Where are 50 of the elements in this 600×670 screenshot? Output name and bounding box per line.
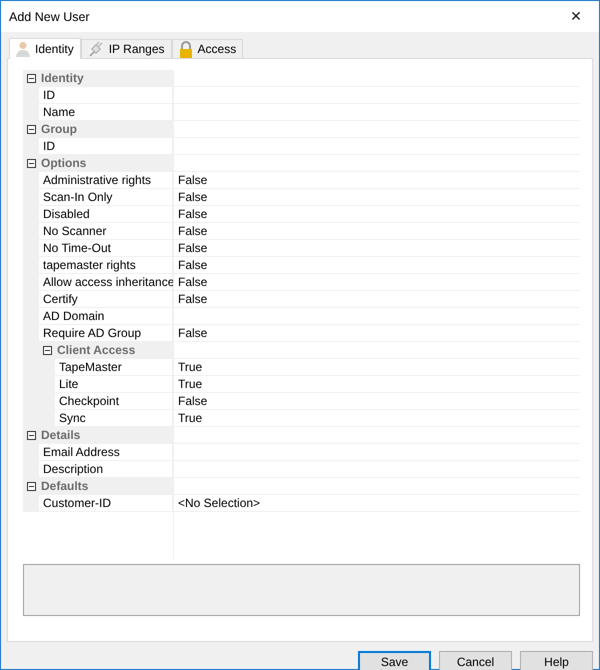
property-label[interactable]: TapeMaster bbox=[23, 359, 173, 375]
property-label[interactable]: Customer-ID bbox=[23, 495, 173, 511]
collapse-toggle-icon[interactable] bbox=[27, 158, 36, 168]
property-value[interactable]: False bbox=[178, 190, 208, 204]
property-label[interactable]: Scan-In Only bbox=[23, 189, 173, 205]
property-label[interactable]: tapemaster rights bbox=[23, 257, 173, 273]
property-value[interactable]: False bbox=[178, 173, 208, 187]
collapse-toggle-icon[interactable] bbox=[43, 346, 52, 354]
collapse-toggle-icon[interactable] bbox=[27, 430, 36, 440]
category-label[interactable]: Options bbox=[41, 155, 86, 171]
property-value[interactable]: False bbox=[178, 394, 208, 408]
close-button[interactable]: ✕ bbox=[553, 1, 599, 32]
tab[interactable]: Identity bbox=[9, 38, 81, 59]
property-value[interactable]: False bbox=[178, 326, 208, 340]
property-value[interactable]: True bbox=[178, 360, 202, 374]
tab[interactable]: IP Ranges bbox=[80, 39, 172, 58]
category-label[interactable]: Details bbox=[41, 427, 80, 443]
property-label[interactable]: Email Address bbox=[23, 444, 173, 460]
property-value[interactable]: True bbox=[178, 377, 202, 391]
property-value[interactable]: False bbox=[178, 275, 208, 289]
property-value[interactable]: False bbox=[178, 258, 208, 272]
property-value[interactable]: False bbox=[178, 224, 208, 238]
property-value[interactable]: <No Selection> bbox=[178, 496, 260, 510]
collapse-toggle-icon[interactable] bbox=[27, 74, 36, 82]
property-label[interactable]: AD Domain bbox=[23, 308, 173, 324]
dialog-button[interactable]: Cancel bbox=[439, 651, 512, 670]
padlock-icon bbox=[178, 40, 193, 58]
property-label[interactable]: No Time-Out bbox=[23, 240, 173, 256]
category-label[interactable]: Client Access bbox=[57, 342, 136, 358]
property-label[interactable]: Allow access inheritance bbox=[23, 274, 173, 290]
category-label[interactable]: Identity bbox=[41, 70, 84, 86]
property-label[interactable]: No Scanner bbox=[23, 223, 173, 239]
property-value[interactable]: True bbox=[178, 411, 202, 425]
dialog-button[interactable]: Help bbox=[520, 651, 593, 670]
property-label[interactable]: Lite bbox=[23, 376, 173, 392]
property-label[interactable]: Disabled bbox=[23, 206, 173, 222]
property-value[interactable]: False bbox=[178, 292, 208, 306]
window-title: Add New User bbox=[8, 10, 90, 24]
property-value[interactable]: False bbox=[178, 207, 208, 221]
property-label[interactable]: Certify bbox=[23, 291, 173, 307]
tab[interactable]: Access bbox=[172, 39, 244, 58]
collapse-toggle-icon[interactable] bbox=[27, 124, 36, 134]
person-icon bbox=[16, 41, 30, 57]
property-label[interactable]: Administrative rights bbox=[23, 172, 173, 188]
property-label[interactable]: ID bbox=[23, 87, 173, 103]
dialog-button[interactable]: Save bbox=[358, 651, 431, 670]
category-label[interactable]: Defaults bbox=[41, 478, 88, 494]
property-value[interactable]: False bbox=[178, 241, 208, 255]
collapse-toggle-icon[interactable] bbox=[27, 482, 36, 490]
category-label[interactable]: Group bbox=[41, 121, 77, 137]
